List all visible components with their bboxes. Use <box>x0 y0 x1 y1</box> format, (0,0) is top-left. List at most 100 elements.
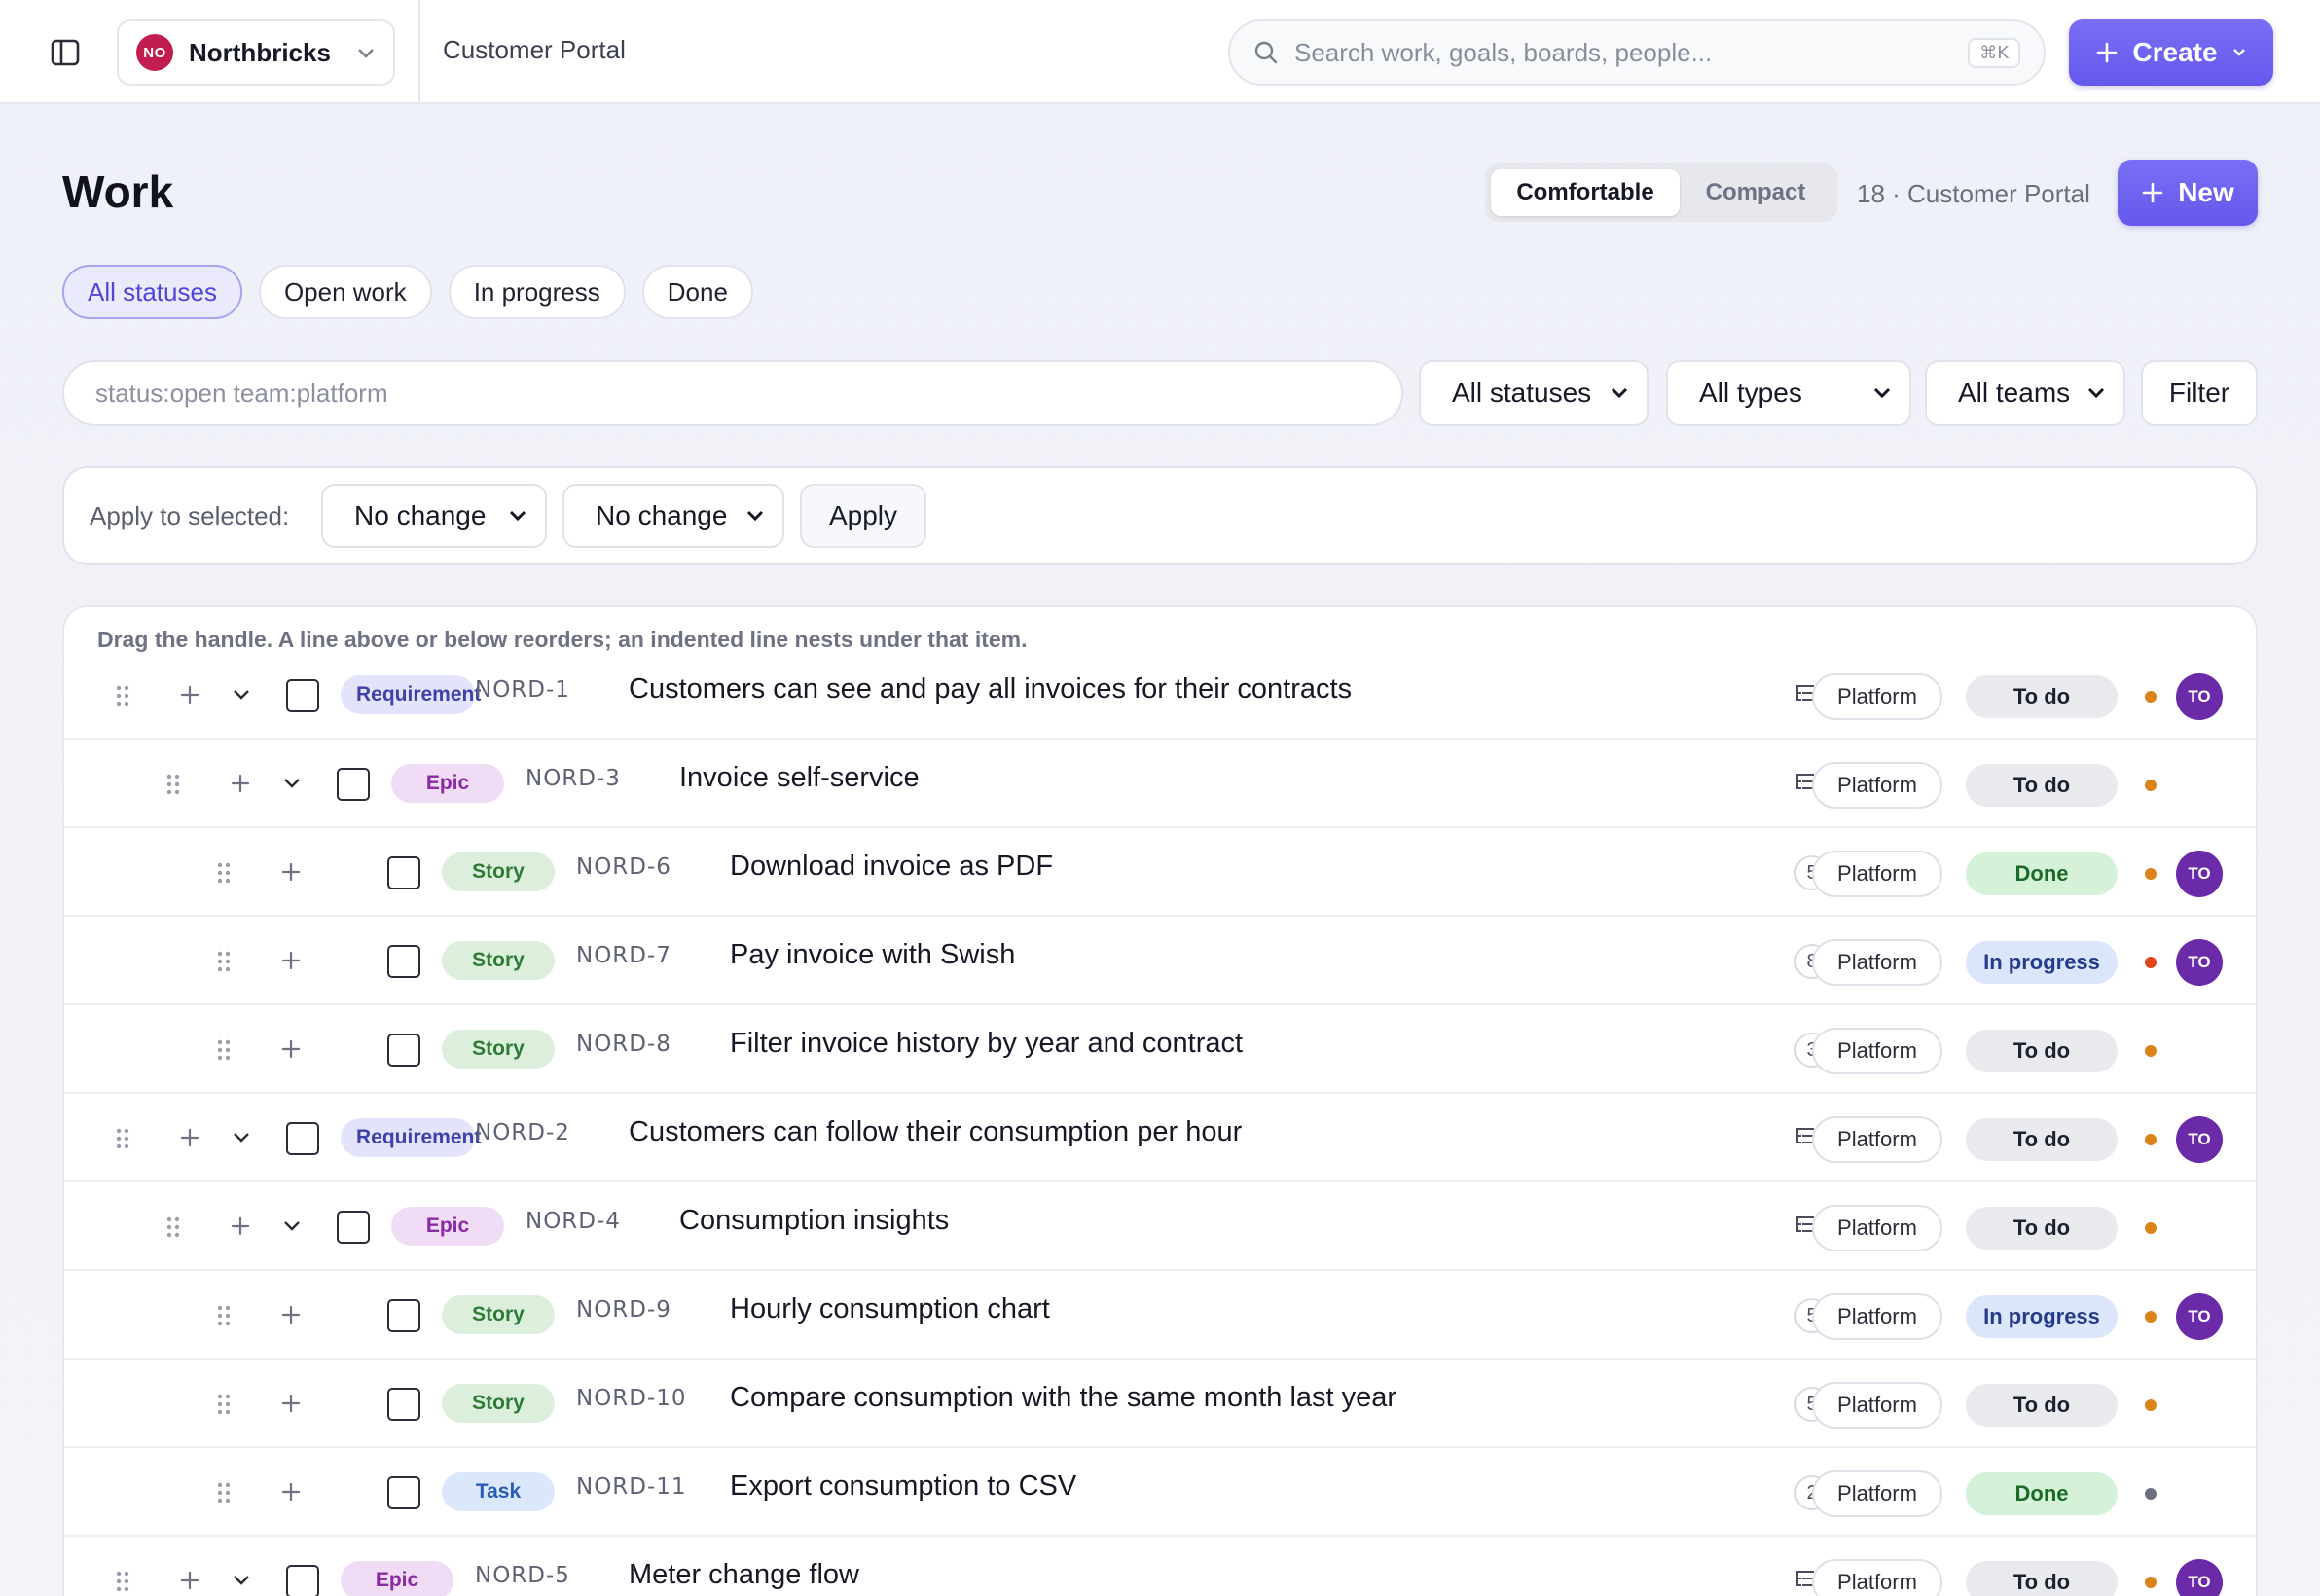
bulk-select-1[interactable]: No change <box>321 484 547 548</box>
issue-key[interactable]: NORD-3 <box>526 766 621 791</box>
add-child-button[interactable] <box>274 1033 308 1066</box>
assignee-avatar[interactable]: TO <box>2176 1559 2223 1596</box>
issue-key[interactable]: NORD-11 <box>576 1474 687 1500</box>
table-row[interactable]: StoryNORD-7Pay invoice with Swish8Platfo… <box>64 918 2256 1005</box>
add-child-button[interactable] <box>224 767 257 800</box>
status-select[interactable]: All statuses <box>1419 360 1649 426</box>
team-badge[interactable]: Platform <box>1812 1028 1942 1074</box>
table-row[interactable]: Requirement NORD-2 Customers can follow th… <box>64 1095 2256 1182</box>
issue-key[interactable]: NORD-4 <box>526 1209 621 1234</box>
table-row[interactable]: EpicNORD-3Invoice self-service3PlatformT… <box>64 741 2256 828</box>
row-checkbox[interactable] <box>337 1211 370 1244</box>
team-badge[interactable]: Platform <box>1812 1293 1942 1340</box>
row-checkbox[interactable] <box>387 856 420 889</box>
assignee-avatar[interactable]: TO <box>2176 939 2223 986</box>
row-checkbox[interactable] <box>387 1299 420 1332</box>
query-input[interactable] <box>62 360 1403 426</box>
issue-title[interactable]: Invoice self-service <box>679 762 920 794</box>
team-badge[interactable]: Platform <box>1812 939 1942 986</box>
drag-handle-icon[interactable] <box>108 1123 137 1154</box>
issue-title[interactable]: Hourly consumption chart <box>730 1293 1050 1325</box>
table-row[interactable]: StoryNORD-6Download invoice as PDF5Platf… <box>64 829 2256 917</box>
table-row[interactable]: StoryNORD-9Hourly consumption chart5Plat… <box>64 1272 2256 1360</box>
add-child-button[interactable] <box>274 1475 308 1508</box>
add-child-button[interactable] <box>224 1210 257 1243</box>
table-row[interactable]: Story NORD-10 Compare consumption with the… <box>64 1360 2256 1448</box>
status-badge[interactable]: To do <box>1966 1561 2118 1596</box>
issue-key[interactable]: NORD-10 <box>576 1386 687 1411</box>
bulk-select-2[interactable]: No change <box>562 484 784 548</box>
drag-handle-icon[interactable] <box>108 1566 137 1596</box>
row-checkbox[interactable] <box>387 1476 420 1509</box>
team-badge[interactable]: Platform <box>1812 762 1942 809</box>
collapse-chevron-icon[interactable] <box>225 678 258 711</box>
status-badge[interactable]: To do <box>1966 1118 2118 1161</box>
filter-button[interactable]: Filter <box>2141 360 2258 426</box>
add-child-button[interactable] <box>173 678 206 711</box>
row-checkbox[interactable] <box>387 1034 420 1067</box>
issue-title[interactable]: Filter invoice history by year and contr… <box>730 1028 1243 1060</box>
issue-title[interactable]: Consumption insights <box>679 1205 949 1237</box>
issue-title[interactable]: Pay invoice with Swish <box>730 939 1015 971</box>
collapse-chevron-icon[interactable] <box>225 1121 258 1154</box>
add-child-button[interactable] <box>173 1121 206 1154</box>
density-comfortable[interactable]: Comfortable <box>1491 169 1680 216</box>
status-badge[interactable]: To do <box>1966 764 2118 807</box>
status-badge[interactable]: Done <box>1966 1472 2118 1515</box>
collapse-chevron-icon[interactable] <box>275 1210 308 1243</box>
table-row[interactable]: EpicNORD-4Consumption insights3PlatformT… <box>64 1183 2256 1271</box>
global-search[interactable]: ⌘K <box>1228 19 2046 86</box>
issue-key[interactable]: NORD-8 <box>576 1032 671 1057</box>
row-checkbox[interactable] <box>337 768 370 801</box>
issue-key[interactable]: NORD-9 <box>576 1297 671 1323</box>
issue-title[interactable]: Export consumption to CSV <box>730 1470 1076 1503</box>
issue-key[interactable]: NORD-6 <box>576 854 671 880</box>
team-badge[interactable]: Platform <box>1812 1205 1942 1251</box>
row-checkbox[interactable] <box>286 679 319 712</box>
assignee-avatar[interactable]: TO <box>2176 1293 2223 1340</box>
team-badge[interactable]: Platform <box>1812 1559 1942 1596</box>
issue-title[interactable]: Customers can see and pay all invoices f… <box>629 673 1352 706</box>
drag-handle-icon[interactable] <box>209 857 238 889</box>
new-button[interactable]: New <box>2118 160 2258 226</box>
issue-key[interactable]: NORD-5 <box>475 1563 570 1588</box>
drag-handle-icon[interactable] <box>209 1034 238 1066</box>
issue-key[interactable]: NORD-1 <box>475 677 570 703</box>
table-row[interactable]: TaskNORD-11Export consumption to CSV2Pla… <box>64 1449 2256 1537</box>
issue-key[interactable]: NORD-7 <box>576 943 671 968</box>
status-badge[interactable]: To do <box>1966 1384 2118 1427</box>
create-button[interactable]: Create <box>2069 19 2273 86</box>
issue-title[interactable]: Compare consumption with the same month … <box>730 1382 1396 1414</box>
drag-handle-icon[interactable] <box>209 1477 238 1508</box>
sidebar-toggle-icon[interactable] <box>45 32 86 73</box>
table-row[interactable]: Requirement NORD-1 Customers can see and p… <box>64 652 2256 740</box>
density-compact[interactable]: Compact <box>1680 169 1831 216</box>
assignee-avatar[interactable]: TO <box>2176 1116 2223 1163</box>
issue-title[interactable]: Customers can follow their consumption p… <box>629 1116 1242 1148</box>
chip-done[interactable]: Done <box>641 265 753 319</box>
status-badge[interactable]: To do <box>1966 675 2118 718</box>
add-child-button[interactable] <box>274 1387 308 1420</box>
chip-in-progress[interactable]: In progress <box>448 265 626 319</box>
row-checkbox[interactable] <box>286 1565 319 1596</box>
drag-handle-icon[interactable] <box>209 1300 238 1331</box>
add-child-button[interactable] <box>274 855 308 889</box>
apply-button[interactable]: Apply <box>800 484 926 548</box>
add-child-button[interactable] <box>173 1564 206 1596</box>
team-badge[interactable]: Platform <box>1812 851 1942 897</box>
project-name[interactable]: Customer Portal <box>443 35 626 65</box>
type-select[interactable]: All types <box>1666 360 1911 426</box>
team-select[interactable]: All teams <box>1925 360 2125 426</box>
search-input[interactable] <box>1294 37 1969 68</box>
table-row[interactable]: EpicNORD-5Meter change flow2PlatformTo d… <box>64 1538 2256 1596</box>
status-badge[interactable]: To do <box>1966 1207 2118 1250</box>
status-badge[interactable]: To do <box>1966 1030 2118 1072</box>
team-badge[interactable]: Platform <box>1812 1116 1942 1163</box>
status-badge[interactable]: In progress <box>1966 941 2118 984</box>
drag-handle-icon[interactable] <box>159 1212 188 1243</box>
team-badge[interactable]: Platform <box>1812 1382 1942 1429</box>
add-child-button[interactable] <box>274 1298 308 1331</box>
table-row[interactable]: Story NORD-8 Filter invoice history by yea… <box>64 1006 2256 1094</box>
assignee-avatar[interactable]: TO <box>2176 851 2223 897</box>
drag-handle-icon[interactable] <box>209 946 238 977</box>
